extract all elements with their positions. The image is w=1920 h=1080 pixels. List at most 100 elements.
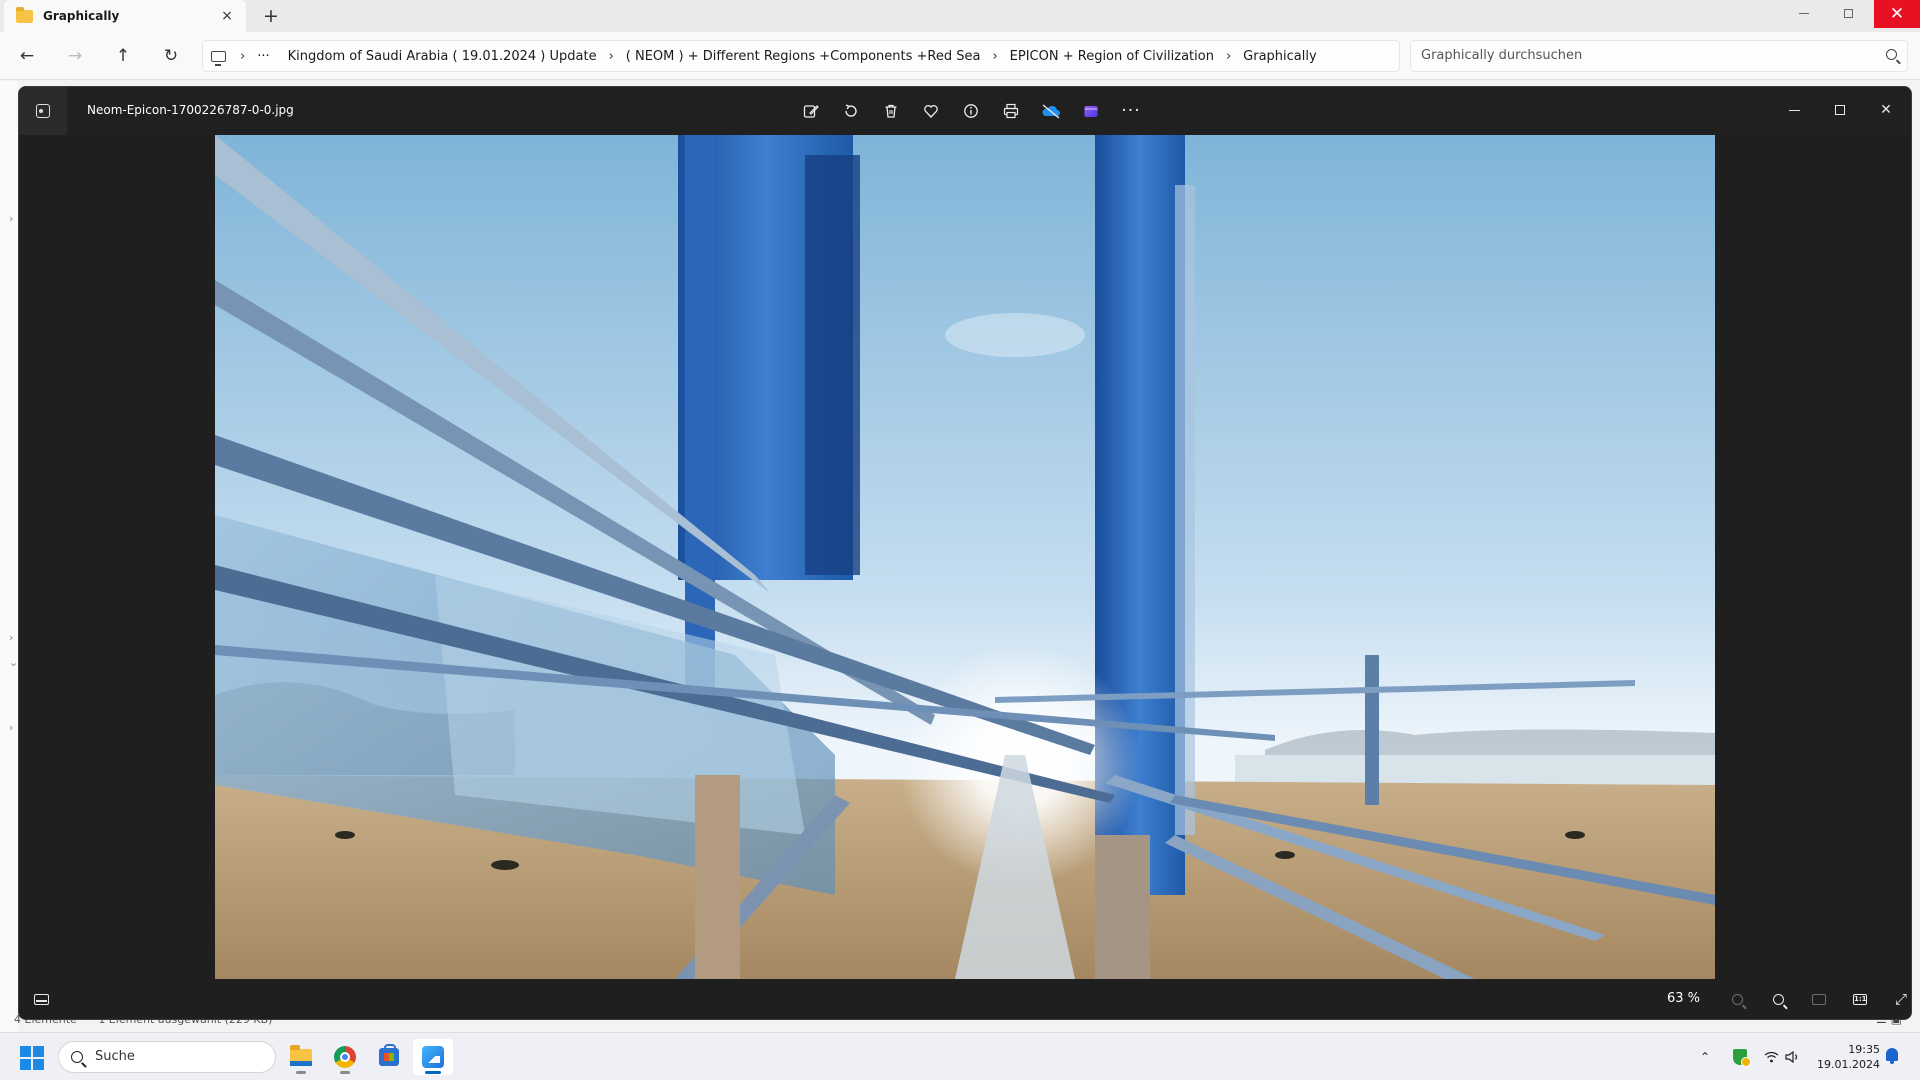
- windows-logo-icon: [20, 1046, 31, 1057]
- taskbar: Suche ⌃ 19:35 19.01.2024: [0, 1032, 1920, 1080]
- chevron-right-icon[interactable]: ›: [9, 631, 13, 644]
- viewer-app-button[interactable]: [19, 87, 67, 135]
- fit-to-window-button[interactable]: [1805, 985, 1833, 1013]
- minimize-icon: [1788, 109, 1800, 111]
- delete-icon: [885, 104, 897, 118]
- more-options-button[interactable]: ···: [1111, 97, 1151, 125]
- explorer-restore-button[interactable]: [1828, 0, 1868, 28]
- folder-icon: [16, 6, 33, 23]
- explorer-title-bar: Graphically × + ✕: [0, 0, 1920, 32]
- viewer-maximize-button[interactable]: [1817, 95, 1863, 125]
- onedrive-button[interactable]: [1031, 97, 1071, 125]
- taskbar-search-box[interactable]: Suche: [58, 1041, 276, 1073]
- refresh-button[interactable]: ↻: [156, 41, 186, 71]
- zoom-out-icon: [1731, 993, 1743, 1005]
- arrow-left-icon: ←: [19, 46, 35, 66]
- taskbar-chrome[interactable]: [325, 1039, 365, 1075]
- taskbar-microsoft-store[interactable]: [369, 1039, 409, 1075]
- zoom-in-button[interactable]: [1764, 985, 1792, 1013]
- rotate-icon: [845, 104, 857, 117]
- clock-time: 19:35: [1848, 1043, 1880, 1056]
- search-icon[interactable]: [1886, 49, 1897, 60]
- maximize-icon: [1835, 105, 1845, 115]
- taskbar-search-label: Suche: [95, 1049, 135, 1064]
- viewer-minimize-button[interactable]: [1771, 95, 1817, 125]
- actual-size-icon: 1:1: [1853, 993, 1867, 1005]
- back-button[interactable]: ←: [12, 41, 42, 71]
- explorer-minimize-button[interactable]: [1784, 0, 1824, 28]
- forward-button[interactable]: →: [60, 41, 90, 71]
- zoom-in-icon: [1772, 993, 1784, 1005]
- notification-bell-icon[interactable]: [1886, 1048, 1898, 1064]
- windows-security-tray[interactable]: [1730, 1045, 1751, 1069]
- photo-viewer-window: Neom-Epicon-1700226787-0-0.jpg ··· ✕ 63 …: [18, 86, 1912, 1020]
- breadcrumb-item-epicon[interactable]: EPICON + Region of Civilization: [1010, 49, 1214, 64]
- system-clock[interactable]: 19:35 19.01.2024: [1808, 1042, 1880, 1072]
- chevron-right-icon[interactable]: ›: [992, 49, 997, 64]
- chevron-right-icon[interactable]: ›: [9, 212, 13, 225]
- architecture-rendering-image: [215, 135, 1715, 979]
- address-bar: ← → ↑ ↻ › ··· Kingdom of Saudi Arabia ( …: [0, 32, 1920, 80]
- minimize-icon: [1799, 13, 1809, 14]
- zoom-out-button[interactable]: [1723, 985, 1751, 1013]
- wifi-icon: [1764, 1051, 1778, 1063]
- viewer-title-bar: Neom-Epicon-1700226787-0-0.jpg ··· ✕: [19, 87, 1911, 135]
- breadcrumb-item-neom[interactable]: ( NEOM ) + Different Regions +Components…: [626, 49, 981, 64]
- refresh-icon: ↻: [163, 46, 179, 66]
- start-button[interactable]: [20, 1046, 44, 1070]
- actual-size-button[interactable]: 1:1: [1846, 985, 1874, 1013]
- fullscreen-button[interactable]: ⤢: [1887, 985, 1911, 1013]
- fit-window-icon: [1812, 993, 1826, 1005]
- delete-button[interactable]: [871, 97, 911, 125]
- info-button[interactable]: [951, 97, 991, 125]
- chevron-right-icon[interactable]: ›: [609, 49, 614, 64]
- chevron-right-icon[interactable]: ›: [9, 721, 13, 734]
- edit-icon: [803, 105, 819, 118]
- close-icon: ✕: [1889, 4, 1905, 24]
- chevron-down-icon[interactable]: ⌄: [9, 656, 18, 669]
- restore-icon: [1843, 9, 1853, 18]
- this-pc-icon[interactable]: [211, 50, 226, 66]
- chevron-right-icon[interactable]: ›: [1226, 49, 1231, 64]
- clock-date: 19.01.2024: [1817, 1058, 1880, 1071]
- onedrive-icon: [1042, 104, 1060, 119]
- show-hidden-icons-button[interactable]: ⌃: [1697, 1045, 1713, 1069]
- arrow-up-icon: ↑: [115, 46, 131, 66]
- favorite-button[interactable]: [911, 97, 951, 125]
- volume-tray[interactable]: [1784, 1045, 1802, 1069]
- clipchamp-button[interactable]: [1071, 97, 1111, 125]
- filmstrip-button[interactable]: [29, 987, 53, 1011]
- breadcrumb-item-saudi-arabia[interactable]: Kingdom of Saudi Arabia ( 19.01.2024 ) U…: [288, 49, 597, 64]
- explorer-close-button[interactable]: ✕: [1874, 0, 1920, 28]
- info-icon: [964, 104, 978, 118]
- favorite-icon: [924, 105, 938, 118]
- viewer-close-button[interactable]: ✕: [1863, 95, 1909, 125]
- tab-close-icon[interactable]: ×: [218, 7, 236, 25]
- arrow-right-icon: →: [67, 46, 83, 66]
- viewer-bottom-bar: 63 % 1:1 ⤢: [19, 979, 1911, 1019]
- rotate-button[interactable]: [831, 97, 871, 125]
- taskbar-photos[interactable]: [413, 1039, 453, 1075]
- new-tab-button[interactable]: +: [260, 5, 282, 27]
- breadcrumb-item-graphically[interactable]: Graphically: [1243, 49, 1317, 64]
- explorer-tab[interactable]: Graphically ×: [4, 0, 246, 32]
- microsoft-store-icon: [379, 1044, 399, 1066]
- chrome-icon: [334, 1046, 356, 1068]
- breadcrumb-overflow[interactable]: ···: [257, 49, 269, 64]
- more-icon: ···: [1121, 101, 1141, 121]
- print-button[interactable]: [991, 97, 1031, 125]
- photo-canvas[interactable]: [215, 135, 1715, 979]
- speaker-icon: [1785, 1051, 1798, 1063]
- chevron-up-icon: ⌃: [1699, 1050, 1711, 1064]
- chevron-right-icon[interactable]: ›: [240, 49, 245, 64]
- folder-search-input[interactable]: Graphically durchsuchen: [1410, 40, 1908, 72]
- breadcrumb[interactable]: › ··· Kingdom of Saudi Arabia ( 19.01.20…: [202, 40, 1400, 72]
- edit-button[interactable]: [791, 97, 831, 125]
- gallery-icon: [36, 104, 50, 118]
- zoom-level: 63 %: [1667, 991, 1701, 1006]
- taskbar-file-explorer[interactable]: [281, 1039, 321, 1075]
- network-tray[interactable]: [1762, 1045, 1780, 1069]
- shield-icon: [1733, 1049, 1751, 1067]
- search-icon: [71, 1051, 83, 1063]
- up-button[interactable]: ↑: [108, 41, 138, 71]
